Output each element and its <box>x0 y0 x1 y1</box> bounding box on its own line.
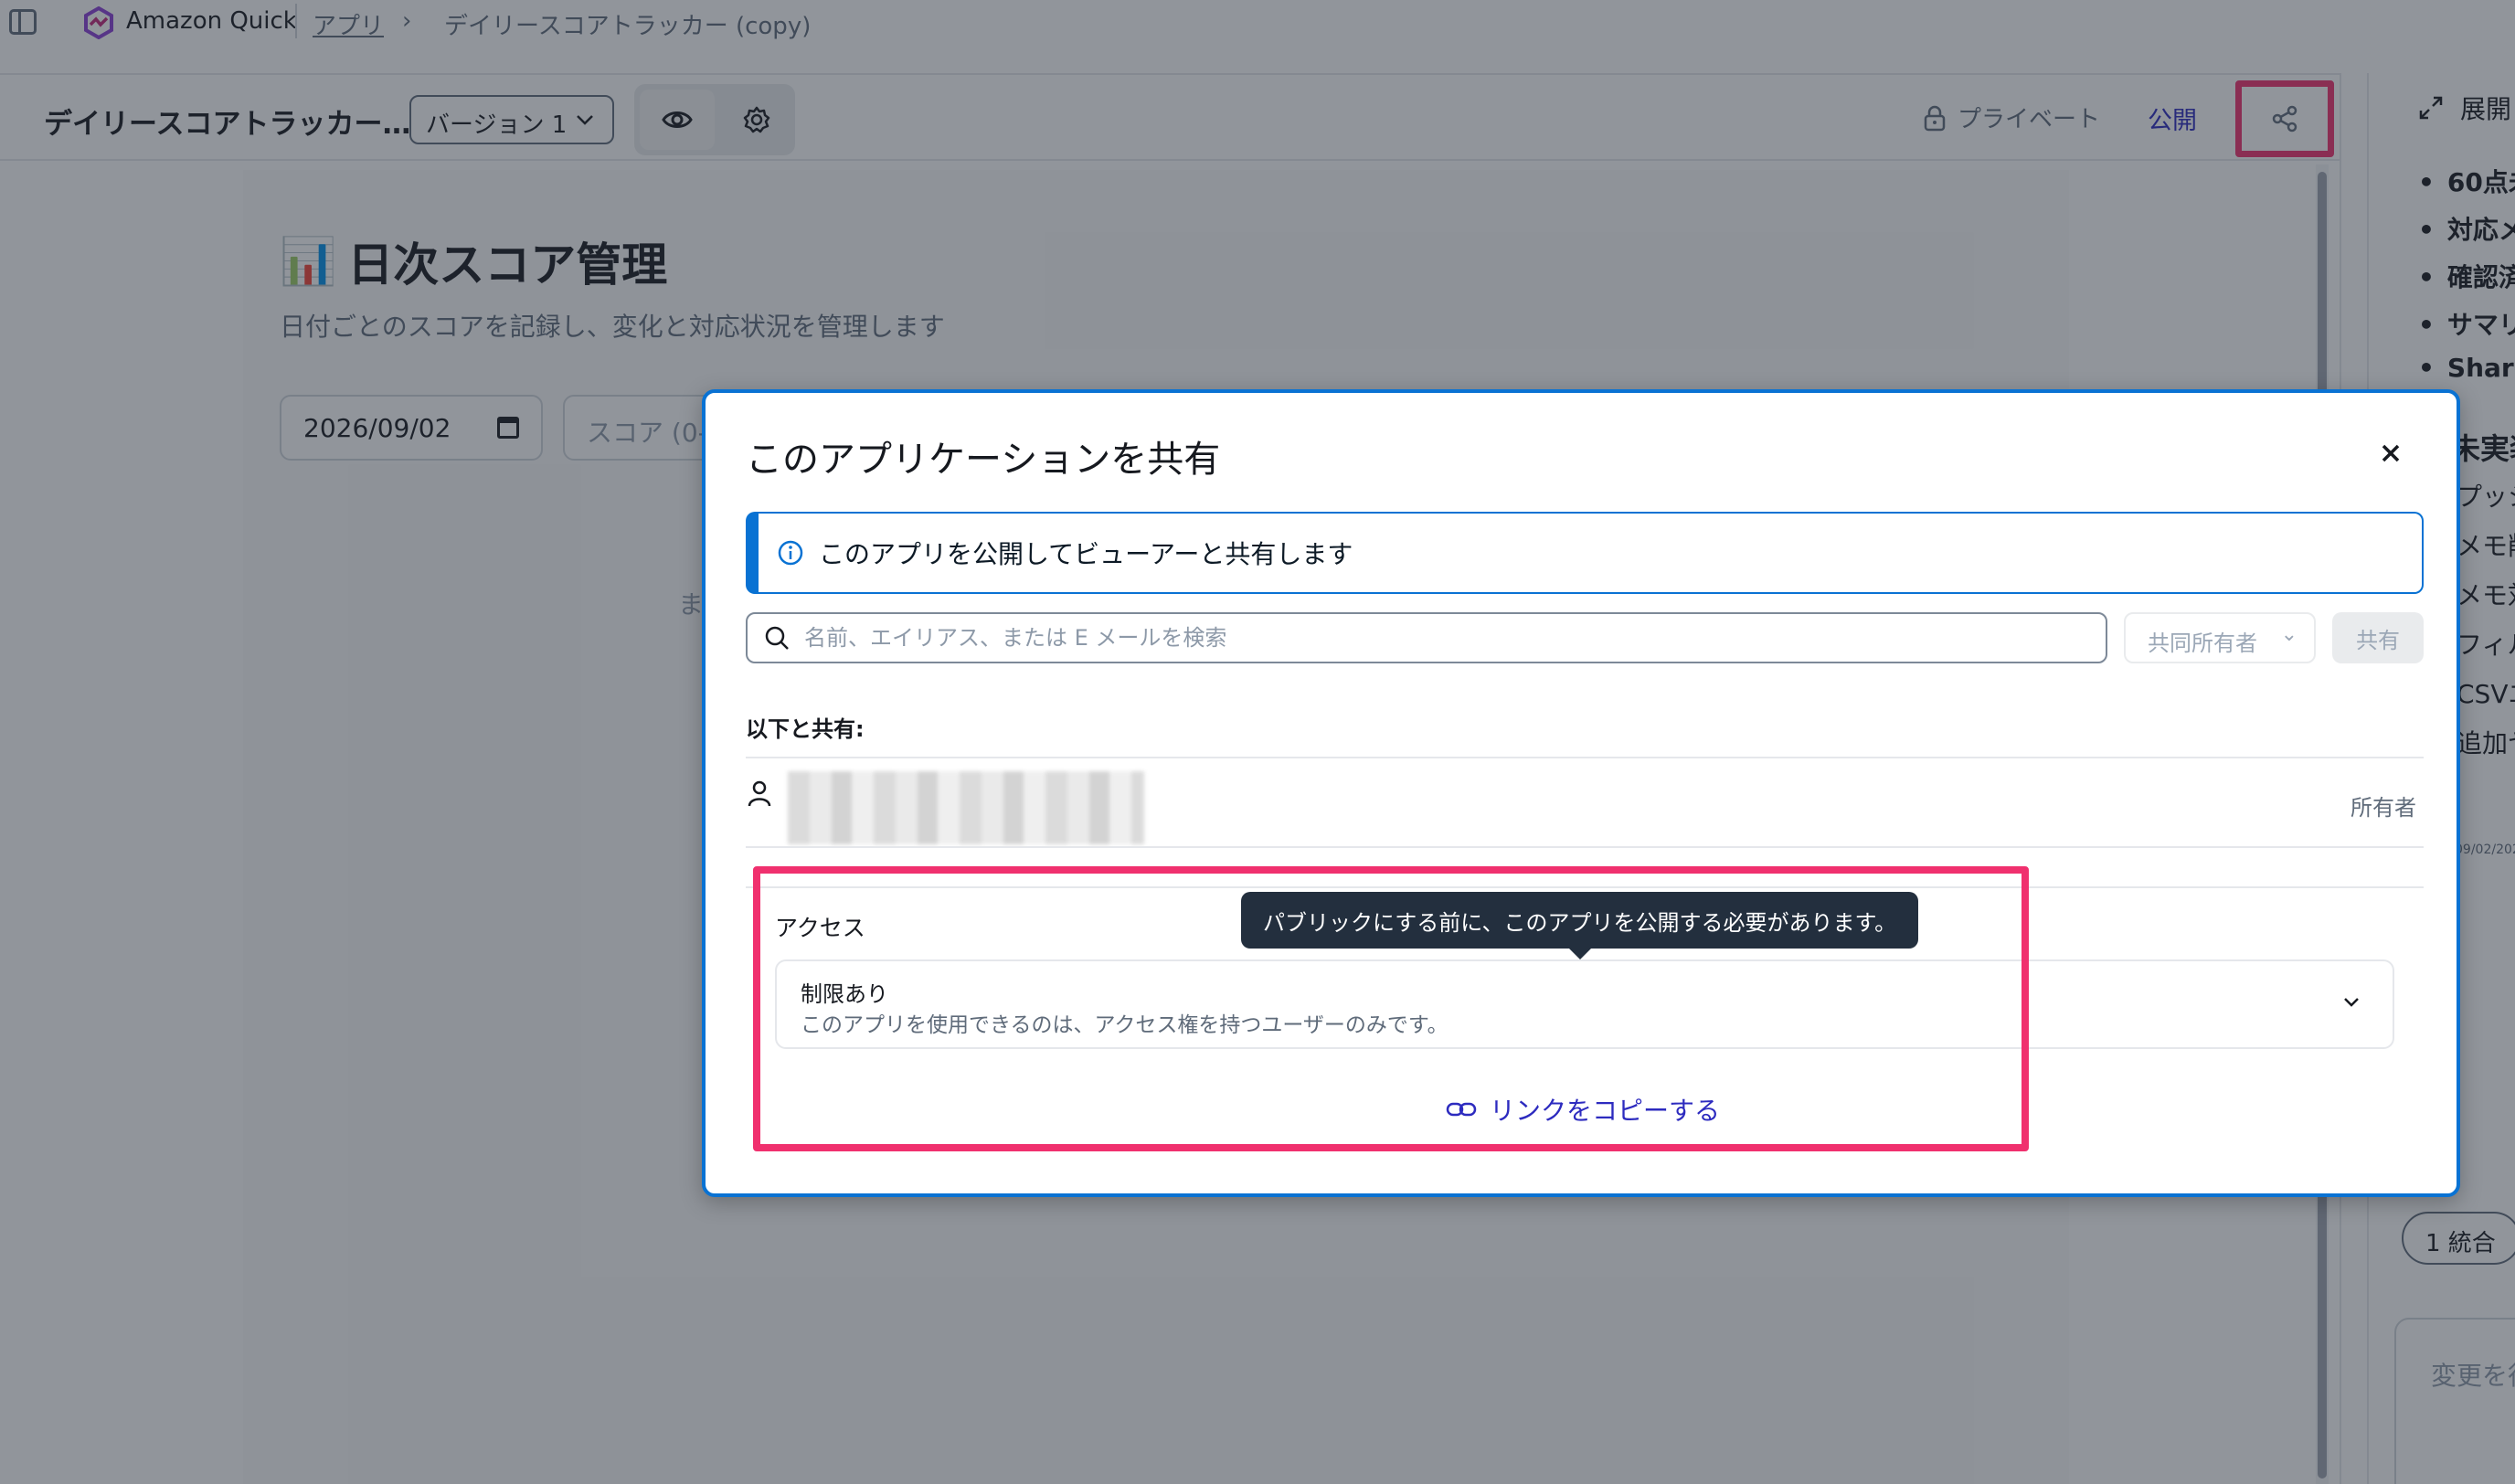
share-dialog: このアプリケーションを共有 このアプリを公開してビューアーと共有します 共同所有… <box>702 389 2460 1197</box>
redacted-user-name <box>788 771 1144 844</box>
share-submit-button[interactable]: 共有 <box>2332 612 2424 663</box>
search-icon <box>765 626 789 650</box>
chevron-down-icon: ⌄ <box>2280 623 2297 646</box>
user-role-label: 所有者 <box>2351 795 2416 821</box>
divider <box>746 846 2424 848</box>
tooltip: パブリックにする前に、このアプリを公開する必要があります。 <box>1241 892 1919 959</box>
chevron-down-icon <box>2344 998 2359 1007</box>
user-icon <box>748 780 771 807</box>
divider <box>746 757 2424 758</box>
user-search-input[interactable] <box>804 625 2065 651</box>
info-banner: このアプリを公開してビューアーと共有します <box>746 512 2424 594</box>
info-icon <box>778 540 803 566</box>
shared-with-label: 以下と共有: <box>746 716 865 742</box>
role-select-value: 共同所有者 <box>2148 631 2257 656</box>
dialog-title: このアプリケーションを共有 <box>746 439 1221 481</box>
role-select[interactable]: 共同所有者 ⌄ <box>2124 612 2316 663</box>
close-button[interactable] <box>2372 435 2409 472</box>
info-banner-text: このアプリを公開してビューアーと共有します <box>819 539 1353 569</box>
close-icon <box>2382 444 2400 462</box>
user-search[interactable] <box>746 612 2107 663</box>
